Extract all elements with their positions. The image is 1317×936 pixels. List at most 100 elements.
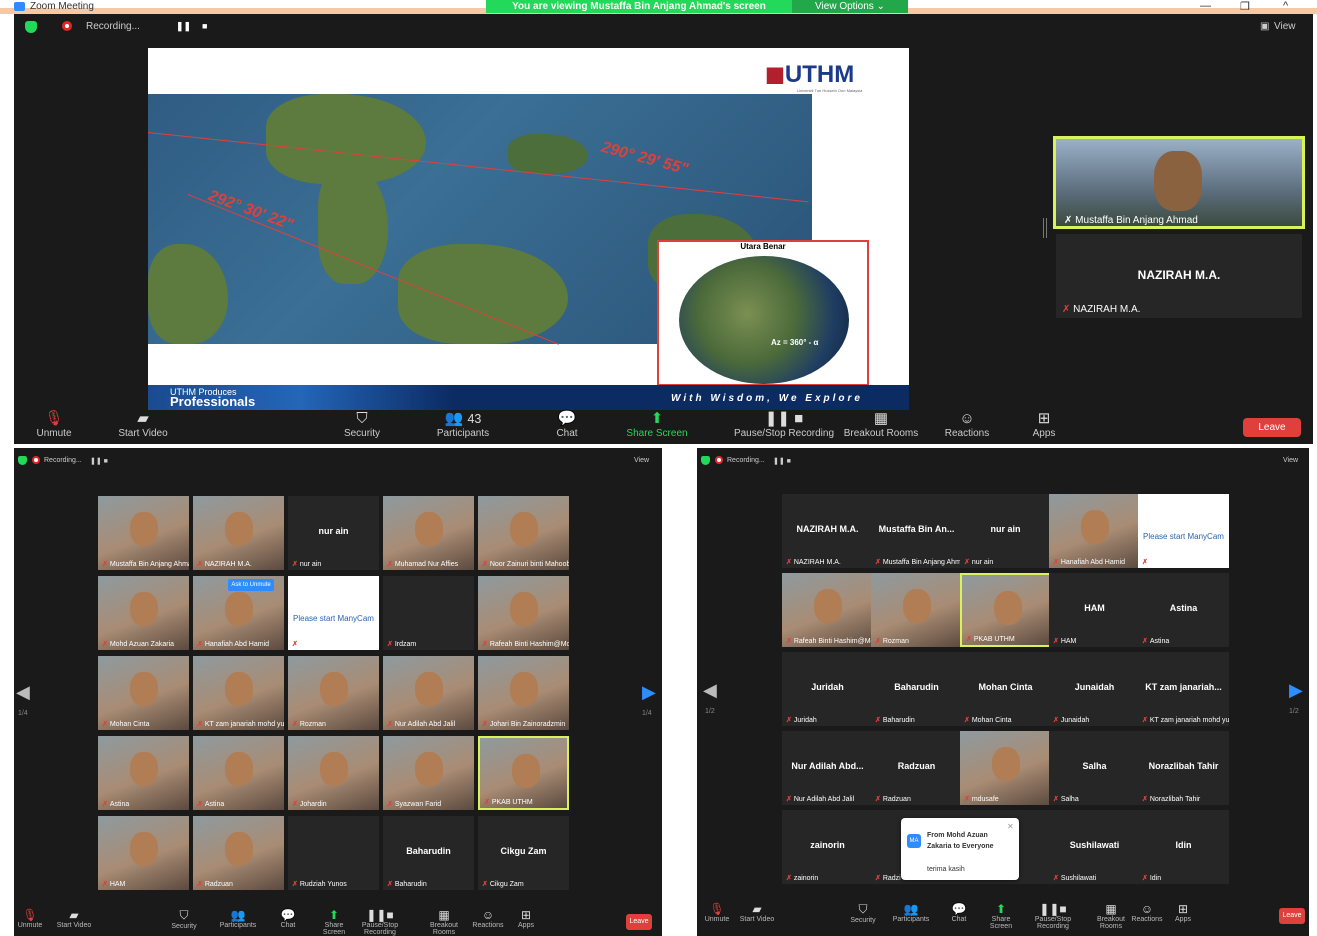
reactions-button[interactable]: ☺ Reactions xyxy=(468,908,508,929)
apps-button[interactable]: ⊞ Apps xyxy=(506,908,546,929)
pause-recording-icon[interactable]: ❚❚ xyxy=(176,21,191,32)
participants-button[interactable]: 👥 Participants xyxy=(218,908,258,929)
participant-tile[interactable]: Radzuan xyxy=(193,816,284,890)
view-button[interactable]: View xyxy=(1274,21,1296,32)
participant-tile[interactable]: Mohan Cinta Mohan Cinta xyxy=(960,652,1051,726)
next-page-arrow[interactable]: ▶ xyxy=(1289,680,1303,701)
participant-tile[interactable]: Rafeah Binti Hashim@Mohd xyxy=(478,576,569,650)
participant-tile[interactable]: PKAB UTHM xyxy=(478,736,569,810)
participant-tile[interactable]: Salha Salha xyxy=(1049,731,1140,805)
participant-tile[interactable]: NAZIRAH M.A. NAZIRAH M.A. xyxy=(782,494,873,568)
stop-recording-icon[interactable]: ■ xyxy=(202,21,207,31)
participant-tile[interactable]: Syazwan Farid xyxy=(383,736,474,810)
participant-tile[interactable]: HAM HAM xyxy=(1049,573,1140,647)
participant-tile[interactable]: Muhamad Nur Affies xyxy=(383,496,474,570)
apps-button[interactable]: ⊞ Apps xyxy=(1163,902,1203,923)
breakout-rooms-button[interactable]: ▦ Breakout Rooms xyxy=(836,410,926,439)
chat-notification-popup[interactable]: MA From Mohd Azuan Zakaria to Everyone t… xyxy=(901,818,1019,880)
minimize-icon[interactable]: — xyxy=(1200,0,1211,12)
chat-button[interactable]: 💬 Chat xyxy=(522,410,612,439)
participant-tile[interactable]: Cikgu Zam Cikgu Zam xyxy=(478,816,569,890)
start-video-button[interactable]: ▰ Start Video xyxy=(737,902,777,923)
share-screen-button[interactable]: ⬆ Share Screen xyxy=(612,410,702,439)
ask-to-unmute-button[interactable]: Ask to Unmute xyxy=(228,579,274,591)
participant-tile[interactable]: nur ain nur ain xyxy=(960,494,1051,568)
participant-tile[interactable]: Baharudin Baharudin xyxy=(383,816,474,890)
view-icon[interactable]: ▣ xyxy=(1260,21,1269,32)
collapse-icon[interactable]: ^ xyxy=(1283,0,1288,12)
chat-button[interactable]: 💬 Chat xyxy=(268,908,308,929)
participants-button[interactable]: 👥 43 Participants xyxy=(418,410,508,439)
participant-tile[interactable]: Irdzam xyxy=(383,576,474,650)
panel-resize-handle[interactable] xyxy=(1043,218,1047,238)
prev-page-arrow[interactable]: ◀ xyxy=(703,680,717,701)
participant-tile[interactable]: Mohd Azuan Zakaria xyxy=(98,576,189,650)
close-icon[interactable]: ✕ xyxy=(1007,822,1014,831)
participant-tile[interactable]: Sushilawati Sushilawati xyxy=(1049,810,1140,884)
security-button[interactable]: ⛉ Security xyxy=(317,410,407,439)
pause-stop-recording-button[interactable]: ❚❚■ Pause/Stop Recording xyxy=(360,908,400,936)
participant-tile[interactable]: Idin Idin xyxy=(1138,810,1229,884)
participant-tile[interactable]: Nur Adilah Abd Jalil xyxy=(383,656,474,730)
pause-stop-icons[interactable]: ❚❚ ■ xyxy=(773,457,791,465)
participants-button[interactable]: 👥 Participants xyxy=(891,902,931,923)
participant-tile[interactable]: Astina xyxy=(98,736,189,810)
unmute-button[interactable]: 🎙 Unmute xyxy=(697,902,737,923)
participant-tile[interactable]: Johari Bin Zainoradzmin xyxy=(478,656,569,730)
participant-tile[interactable]: Rafeah Binti Hashim@Mohd xyxy=(782,573,873,647)
participant-tile[interactable]: Junaidah Junaidah xyxy=(1049,652,1140,726)
leave-button[interactable]: Leave xyxy=(1279,908,1305,924)
participant-tile-nazirah[interactable]: NAZIRAH M.A. ✗ NAZIRAH M.A. xyxy=(1056,234,1302,318)
participant-tile[interactable]: Hanafiah Abd Hamid xyxy=(1049,494,1140,568)
apps-button[interactable]: ⊞ Apps xyxy=(999,410,1089,439)
start-video-button[interactable]: ▰ Start Video xyxy=(98,410,188,439)
participant-tile[interactable]: Please start ManyCam Azu manycam.com xyxy=(288,576,379,650)
chat-button[interactable]: 💬 Chat xyxy=(939,902,979,923)
breakout-rooms-button[interactable]: ▦ Breakout Rooms xyxy=(424,908,464,936)
share-screen-button[interactable]: ⬆ Share Screen xyxy=(314,908,354,936)
participant-tile[interactable]: Noor Zainuri binti Mahoob xyxy=(478,496,569,570)
security-button[interactable]: ⛉ Security xyxy=(164,908,204,930)
maximize-icon[interactable]: ❐ xyxy=(1240,0,1250,13)
start-video-button[interactable]: ▰ Start Video xyxy=(54,908,94,929)
security-button[interactable]: ⛉ Security xyxy=(843,902,883,924)
view-button[interactable]: View xyxy=(1283,457,1298,464)
pause-stop-icons[interactable]: ❚❚ ■ xyxy=(90,457,108,465)
participant-tile[interactable]: Radzuan Radzuan xyxy=(871,731,962,805)
participant-tile[interactable]: Rudziah Yunos xyxy=(288,816,379,890)
leave-button[interactable]: Leave xyxy=(1243,418,1301,437)
participant-tile[interactable]: nur ain nur ain xyxy=(288,496,379,570)
participant-tile[interactable]: Mohan Cinta xyxy=(98,656,189,730)
participant-tile[interactable]: NAZIRAH M.A. xyxy=(193,496,284,570)
participant-tile[interactable]: KT zam janariah... KT zam janariah mohd y… xyxy=(1138,652,1229,726)
participant-tile[interactable]: Mustaffa Bin An... Mustaffa Bin Anjang Ah… xyxy=(871,494,962,568)
participant-tile[interactable]: PKAB UTHM xyxy=(960,573,1051,647)
participant-tile[interactable]: Rozman xyxy=(871,573,962,647)
participant-tile[interactable]: Rozman xyxy=(288,656,379,730)
participant-tile[interactable]: Astina Astina xyxy=(1138,573,1229,647)
participant-tile[interactable]: zainorin zainorin xyxy=(782,810,873,884)
participant-tile[interactable]: Astina xyxy=(193,736,284,810)
participant-tile[interactable]: Mustaffa Bin Anjang Ahmad xyxy=(98,496,189,570)
unmute-button[interactable]: 🎙 Unmute xyxy=(9,410,99,439)
view-button[interactable]: View xyxy=(634,457,649,464)
participant-tile[interactable]: Nur Adilah Abd... Nur Adilah Abd Jalil xyxy=(782,731,873,805)
reactions-button[interactable]: ☺ Reactions xyxy=(1127,902,1167,923)
participant-tile[interactable]: Juridah Juridah xyxy=(782,652,873,726)
participant-tile[interactable]: Baharudin Baharudin xyxy=(871,652,962,726)
participant-tile[interactable]: Please start ManyCam Zarul manycam.com xyxy=(1138,494,1229,568)
participant-tile[interactable]: Norazlibah Tahir Norazlibah Tahir xyxy=(1138,731,1229,805)
unmute-button[interactable]: 🎙 Unmute xyxy=(14,908,50,929)
leave-button[interactable]: Leave xyxy=(626,914,652,930)
next-page-arrow[interactable]: ▶ xyxy=(642,682,656,703)
active-speaker-video[interactable]: ✗ Mustaffa Bin Anjang Ahmad xyxy=(1053,136,1305,229)
pause-stop-recording-button[interactable]: ❚❚■ Pause/Stop Recording xyxy=(1033,902,1073,930)
pause-stop-recording-button[interactable]: ❚❚ ■ Pause/Stop Recording xyxy=(724,410,844,439)
participant-tile[interactable]: Johardin xyxy=(288,736,379,810)
view-options-button[interactable]: View Options ⌄ xyxy=(792,0,908,13)
participant-tile[interactable]: HAM xyxy=(98,816,189,890)
participant-tile[interactable]: mdusafe xyxy=(960,731,1051,805)
breakout-rooms-button[interactable]: ▦ Breakout Rooms xyxy=(1091,902,1131,930)
prev-page-arrow[interactable]: ◀ xyxy=(16,682,30,703)
participant-tile[interactable]: KT zam janariah mohd yusof xyxy=(193,656,284,730)
